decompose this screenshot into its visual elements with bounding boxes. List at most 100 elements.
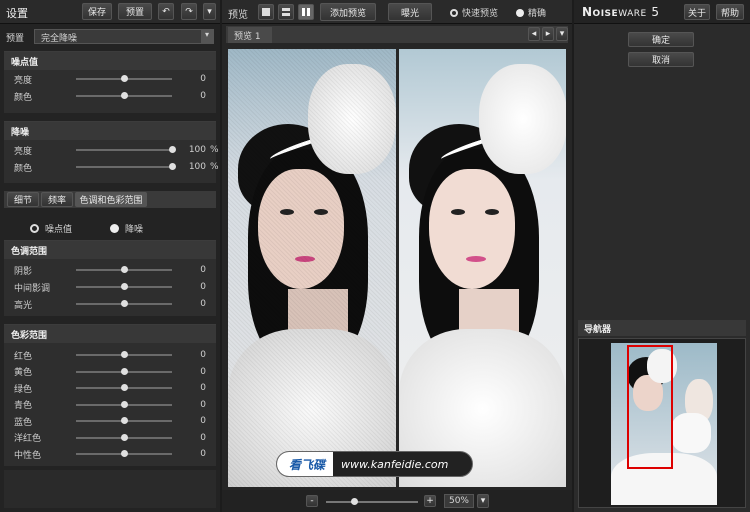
settings-title: 设置 <box>6 7 28 20</box>
tone-range-title: 色调范围 <box>11 247 48 257</box>
tab-detail[interactable]: 细节 <box>7 192 39 207</box>
slider-value: 100 <box>188 145 206 155</box>
slider-track[interactable] <box>76 417 172 424</box>
cancel-button[interactable]: 取消 <box>628 52 694 67</box>
undo-icon[interactable]: ↶ <box>158 3 174 20</box>
slider-row-color_range-6: 中性色 0 <box>14 447 214 461</box>
preview-tab-1[interactable]: 预览 1 <box>228 27 272 43</box>
zoom-value[interactable]: 50% <box>444 494 474 508</box>
slider-value: 0 <box>200 383 206 393</box>
left-panel: 设置 保存 预置 ↶ ↷ ▾ 预置 完全降噪 ▾ 噪点值 亮度 0 颜色 0 降噪 亮… <box>0 0 220 512</box>
zoom-dropdown-icon[interactable]: ▾ <box>477 494 489 508</box>
ok-button[interactable]: 确定 <box>628 32 694 47</box>
preview-area: 预览 添加预览 曝光 快速预览 精确 预览 1 ◂ ▸ ▾ 看飞碟 www.ka… <box>222 0 572 512</box>
slider-handle[interactable] <box>121 300 128 307</box>
slider-row-color_range-4: 蓝色 0 <box>14 414 214 428</box>
slider-handle[interactable] <box>121 450 128 457</box>
save-button[interactable]: 保存 <box>82 3 112 20</box>
slider-row-noise_level-1: 颜色 0 <box>14 89 214 103</box>
preview-label: 预览 <box>228 10 248 21</box>
tab-frequency[interactable]: 频率 <box>41 192 73 207</box>
radio-reduce[interactable]: 降噪 <box>110 222 143 235</box>
add-preview-button[interactable]: 添加预览 <box>320 3 376 21</box>
slider-handle[interactable] <box>121 351 128 358</box>
split-vertical-icon[interactable] <box>298 4 314 20</box>
next-tab-icon[interactable]: ▸ <box>542 27 554 41</box>
slider-track[interactable] <box>76 283 172 290</box>
presets-button[interactable]: 预置 <box>118 3 152 20</box>
slider-track[interactable] <box>76 300 172 307</box>
navigator-view-box[interactable] <box>627 345 673 469</box>
exposure-button[interactable]: 曝光 <box>388 3 432 21</box>
after-preview-image[interactable] <box>399 49 566 487</box>
radio-icon <box>450 8 458 17</box>
slider-handle[interactable] <box>121 384 128 391</box>
slider-row-tone_range-0: 阴影 0 <box>14 263 214 277</box>
slider-row-noise_level-0: 亮度 0 <box>14 72 214 86</box>
slider-track[interactable] <box>76 146 176 153</box>
zoom-out-button[interactable]: - <box>306 495 318 507</box>
right-panel: NOISEWARE 5 关于 帮助 确定 取消 导航器 <box>574 0 750 512</box>
navigator-title: 导航器 <box>584 325 612 335</box>
prev-tab-icon[interactable]: ◂ <box>528 27 540 41</box>
zoom-slider-handle[interactable] <box>350 498 358 505</box>
radio-noise[interactable]: 噪点值 <box>30 222 72 235</box>
zoom-in-button[interactable]: + <box>424 495 436 507</box>
menu-dropdown-icon[interactable]: ▾ <box>203 3 216 20</box>
slider-handle[interactable] <box>121 400 128 408</box>
watermark-url: www.kanfeidie.com <box>341 457 449 471</box>
slider-handle[interactable] <box>121 75 128 82</box>
slider-track[interactable] <box>76 400 172 408</box>
slider-handle[interactable] <box>121 417 128 424</box>
slider-handle[interactable] <box>121 367 128 375</box>
fast-preview-radio[interactable]: 快速预览 <box>450 6 498 19</box>
chevron-down-icon: ▾ <box>201 30 213 43</box>
slider-track[interactable] <box>76 92 172 99</box>
watermark-brand: 看飞碟 <box>277 452 334 476</box>
slider-track[interactable] <box>76 75 172 82</box>
accurate-label: 精确 <box>528 9 547 19</box>
split-horizontal-icon[interactable] <box>278 4 294 20</box>
preview-tab-bar: 预览 1 ◂ ▸ ▾ <box>226 26 568 43</box>
slider-handle[interactable] <box>169 146 176 153</box>
before-preview-image[interactable] <box>228 49 396 487</box>
slider-value: 100 <box>188 162 206 172</box>
slider-handle[interactable] <box>121 433 128 441</box>
slider-track[interactable] <box>76 367 172 375</box>
navigator-header: 导航器 <box>578 320 746 336</box>
slider-label: 蓝色 <box>14 417 33 428</box>
slider-handle[interactable] <box>121 283 128 290</box>
slider-label: 中间影调 <box>14 283 51 294</box>
slider-label: 洋红色 <box>14 434 42 444</box>
preset-select[interactable]: 完全降噪 ▾ <box>34 29 214 44</box>
slider-value: 0 <box>200 449 206 459</box>
navigator-thumbnail[interactable] <box>611 343 717 505</box>
preview-toolbar: 预览 添加预览 曝光 快速预览 精确 <box>222 0 572 24</box>
help-button[interactable]: 帮助 <box>716 4 744 20</box>
single-view-icon[interactable] <box>258 4 274 20</box>
slider-track[interactable] <box>76 433 172 441</box>
radio-noise-label: 噪点值 <box>45 225 73 235</box>
slider-handle[interactable] <box>121 266 128 273</box>
radio-selected-icon <box>110 224 119 233</box>
zoom-slider[interactable] <box>326 498 418 505</box>
slider-handle[interactable] <box>121 92 128 99</box>
tab-tone-color-range[interactable]: 色调和色彩范围 <box>75 192 147 207</box>
slider-handle[interactable] <box>169 163 176 170</box>
slider-track[interactable] <box>76 351 172 358</box>
redo-icon[interactable]: ↷ <box>181 3 197 20</box>
radio-icon <box>30 224 39 233</box>
fast-preview-label: 快速预览 <box>462 9 499 19</box>
detail-tabs: 细节 频率 色调和色彩范围 <box>4 191 216 208</box>
accurate-radio[interactable]: 精确 <box>516 6 546 19</box>
tab-menu-icon[interactable]: ▾ <box>556 27 568 41</box>
slider-track[interactable] <box>76 266 172 273</box>
about-button[interactable]: 关于 <box>684 4 710 20</box>
tone-range-section: 色调范围 阴影 0 中间影调 0 高光 0 <box>4 240 216 316</box>
slider-label: 亮度 <box>14 146 33 157</box>
slider-unit: % <box>210 162 219 172</box>
slider-track[interactable] <box>76 384 172 391</box>
slider-track[interactable] <box>76 450 172 457</box>
slider-track[interactable] <box>76 163 176 170</box>
slider-label: 中性色 <box>14 450 42 461</box>
